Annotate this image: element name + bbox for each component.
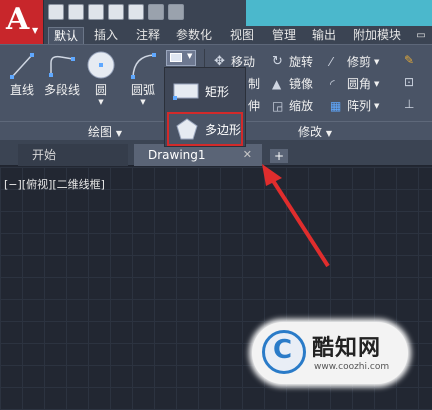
tab-parametric[interactable]: 参数化 — [170, 27, 218, 44]
mirror-tool-label: 镜像 — [289, 77, 314, 91]
draw-panel-title[interactable]: 绘图 ▼ — [60, 123, 150, 141]
undo-icon[interactable] — [148, 4, 164, 20]
trim-icon: ⁄ — [330, 54, 333, 69]
new-tab-button[interactable]: + — [270, 149, 288, 163]
explode-icon[interactable]: ⊡ — [404, 75, 414, 89]
start-tab[interactable]: 开始 — [18, 144, 128, 166]
save-icon[interactable] — [88, 4, 104, 20]
ribbon-options-icon[interactable]: ▭ — [412, 27, 430, 44]
chevron-down-icon[interactable]: ▼ — [86, 98, 116, 106]
arc-icon — [131, 53, 156, 79]
open-file-icon[interactable] — [68, 4, 84, 20]
polygon-menu-item[interactable]: 多边形 — [167, 112, 243, 146]
rectangle-menu-label: 矩形 — [205, 84, 230, 99]
watermark-url: www.coozhi.com — [314, 362, 390, 372]
tab-output[interactable]: 输出 — [306, 27, 342, 44]
tab-manage[interactable]: 管理 — [266, 27, 302, 44]
tab-addins[interactable]: 附加模块 — [346, 27, 408, 44]
stretch-tool-button[interactable]: 伸 — [248, 97, 260, 114]
chevron-down-icon[interactable]: ▼ — [374, 80, 379, 88]
rectangle-menu-item[interactable]: 矩形 — [167, 74, 243, 108]
scale-icon: ◲ — [272, 98, 284, 113]
draw-shape-flyout: 矩形 多边形 — [164, 67, 246, 147]
rectangle-icon — [173, 83, 199, 100]
array-tool-label: 阵列 — [347, 99, 372, 113]
viewport-controls-label[interactable]: [−][俯视][二维线框] — [4, 176, 105, 192]
scale-tool-label: 缩放 — [289, 99, 314, 113]
scale-tool-button[interactable]: ◲ 缩放 — [272, 97, 313, 114]
offset-icon[interactable]: ⊥ — [404, 97, 414, 111]
polygon-menu-label: 多边形 — [205, 122, 242, 137]
watermark-brand: 酷知网 — [312, 336, 382, 361]
tab-annotate[interactable]: 注释 — [130, 27, 166, 44]
chevron-down-icon: ▼ — [187, 52, 193, 60]
fillet-tool-button[interactable]: ◜ 圆角 ▼ — [330, 75, 379, 92]
quick-access-toolbar — [48, 4, 184, 20]
chevron-down-icon[interactable]: ▼ — [374, 102, 379, 110]
watermark: C 酷知网 www.coozhi.com — [252, 322, 408, 384]
line-icon — [10, 53, 34, 79]
watermark-logo-icon: C — [262, 330, 306, 374]
polygon-icon — [176, 118, 198, 140]
tab-view[interactable]: 视图 — [224, 27, 260, 44]
mirror-tool-button[interactable]: ▲ 镜像 — [272, 75, 313, 92]
arc-tool-button[interactable]: 圆弧 ▼ — [126, 51, 160, 106]
polyline-tool-label: 多段线 — [43, 83, 80, 97]
ribbon-tab-bar: 默认 插入 注释 参数化 视图 管理 输出 附加模块 ▭ — [0, 26, 432, 44]
rotate-tool-label: 旋转 — [289, 55, 314, 69]
circle-tool-label: 圆 — [94, 83, 107, 97]
trim-tool-label: 修剪 — [347, 55, 372, 69]
close-icon[interactable]: ✕ — [243, 144, 252, 166]
drawing1-tab[interactable]: Drawing1 ✕ — [134, 144, 262, 166]
mirror-icon: ▲ — [272, 76, 282, 91]
polyline-tool-button[interactable]: 多段线 — [40, 51, 84, 98]
chevron-down-icon: ▼ — [32, 26, 39, 35]
erase-icon[interactable]: ✎ — [404, 53, 414, 67]
array-tool-button[interactable]: ▦ 阵列 ▼ — [330, 97, 379, 114]
chevron-down-icon[interactable]: ▼ — [374, 58, 379, 66]
modify-panel-title[interactable]: 修改 ▼ — [270, 123, 360, 141]
copy-tool-label: 制 — [248, 77, 261, 91]
rotate-tool-button[interactable]: ↻ 旋转 — [272, 53, 313, 70]
fillet-icon: ◜ — [330, 76, 335, 91]
fillet-tool-label: 圆角 — [347, 77, 372, 91]
print-icon[interactable] — [128, 4, 144, 20]
tab-default[interactable]: 默认 — [48, 27, 84, 44]
line-tool-button[interactable]: 直线 — [6, 51, 38, 98]
trim-tool-button[interactable]: ⁄ 修剪 ▼ — [330, 53, 379, 70]
line-tool-label: 直线 — [9, 83, 34, 97]
chevron-down-icon[interactable]: ▼ — [126, 98, 160, 106]
arc-tool-label: 圆弧 — [130, 83, 155, 97]
copy-tool-button[interactable]: 制 — [248, 75, 260, 92]
stretch-tool-label: 伸 — [248, 99, 261, 113]
chevron-down-icon: ▼ — [325, 129, 332, 138]
title-bar — [0, 0, 432, 26]
polyline-icon — [49, 55, 75, 77]
new-file-icon[interactable] — [48, 4, 64, 20]
circle-tool-button[interactable]: 圆 ▼ — [86, 49, 116, 106]
application-menu-button[interactable]: A ▼ — [0, 0, 44, 44]
tab-insert[interactable]: 插入 — [88, 27, 124, 44]
rectangle-dropdown-button[interactable]: ▼ — [166, 50, 196, 66]
save-as-icon[interactable] — [108, 4, 124, 20]
title-area — [246, 0, 432, 26]
circle-icon — [87, 51, 115, 79]
redo-icon[interactable] — [168, 4, 184, 20]
array-icon: ▦ — [330, 98, 342, 113]
chevron-down-icon: ▼ — [115, 129, 122, 138]
autocad-logo-icon: A — [6, 2, 30, 37]
rectangle-icon — [170, 53, 182, 62]
rotate-icon: ↻ — [272, 53, 283, 69]
